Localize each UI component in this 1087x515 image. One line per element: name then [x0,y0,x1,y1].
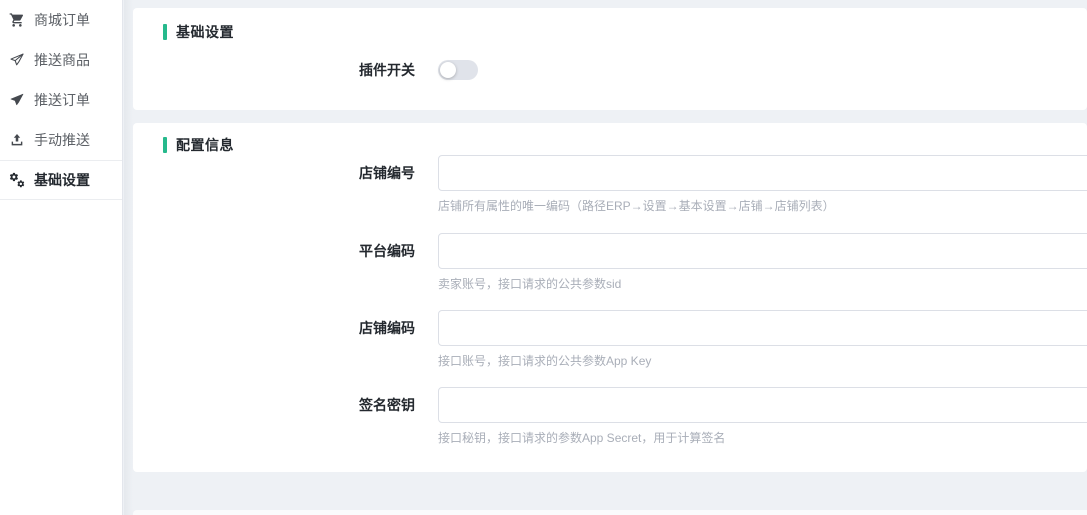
switch-knob [440,62,456,78]
shop-number-label: 店铺编号 [133,155,415,191]
sidebar-item-label: 推送商品 [34,50,90,70]
shop-code-label: 店铺编码 [133,310,415,346]
shop-code-input[interactable] [438,310,1087,346]
next-card-edge [133,510,1087,515]
shop-number-hint: 店铺所有属性的唯一编码（路径ERP→设置→基本设置→店铺→店铺列表） [438,198,1077,215]
main-content: 基础设置 插件开关 配置信息 店铺编号 店铺所有属性的唯一编码（路径ERP→设置… [124,0,1087,515]
sidebar: 商城订单 推送商品 推送订单 手动推送 基础设置 [0,0,123,515]
sign-secret-label: 签名密钥 [133,387,415,423]
sidebar-item-basic-settings[interactable]: 基础设置 [0,160,122,200]
sidebar-item-label: 手动推送 [34,130,90,150]
sidebar-item-push-orders[interactable]: 推送订单 [0,80,122,120]
sidebar-item-mall-orders[interactable]: 商城订单 [0,0,122,40]
section-title-text: 基础设置 [176,22,234,42]
platform-code-hint: 卖家账号，接口请求的公共参数sid [438,276,1077,293]
platform-code-input[interactable] [438,233,1087,269]
paper-plane-outline-icon [9,52,25,68]
sign-secret-hint: 接口秘钥，接口请求的参数App Secret，用于计算签名 [438,430,1077,447]
sidebar-item-push-products[interactable]: 推送商品 [0,40,122,80]
sidebar-item-label: 商城订单 [34,10,90,30]
section-accent-bar [163,137,167,153]
config-info-card: 配置信息 店铺编号 店铺所有属性的唯一编码（路径ERP→设置→基本设置→店铺→店… [133,123,1087,472]
basic-settings-card: 基础设置 插件开关 [133,8,1087,110]
shop-number-input[interactable] [438,155,1087,191]
sign-secret-input[interactable] [438,387,1087,423]
shopping-cart-icon [9,12,25,28]
section-title-basic: 基础设置 [163,22,1087,42]
sidebar-item-manual-push[interactable]: 手动推送 [0,120,122,160]
plugin-switch-label: 插件开关 [133,52,415,88]
gears-icon [9,172,25,188]
section-title-text: 配置信息 [176,135,234,155]
shop-code-hint: 接口账号，接口请求的公共参数App Key [438,353,1077,370]
plugin-switch-toggle[interactable] [438,60,478,80]
sidebar-item-label: 基础设置 [34,170,90,190]
section-accent-bar [163,24,167,40]
upload-icon [9,132,25,148]
paper-plane-icon [9,92,25,108]
section-title-config: 配置信息 [163,135,1087,155]
platform-code-label: 平台编码 [133,233,415,269]
sidebar-item-label: 推送订单 [34,90,90,110]
